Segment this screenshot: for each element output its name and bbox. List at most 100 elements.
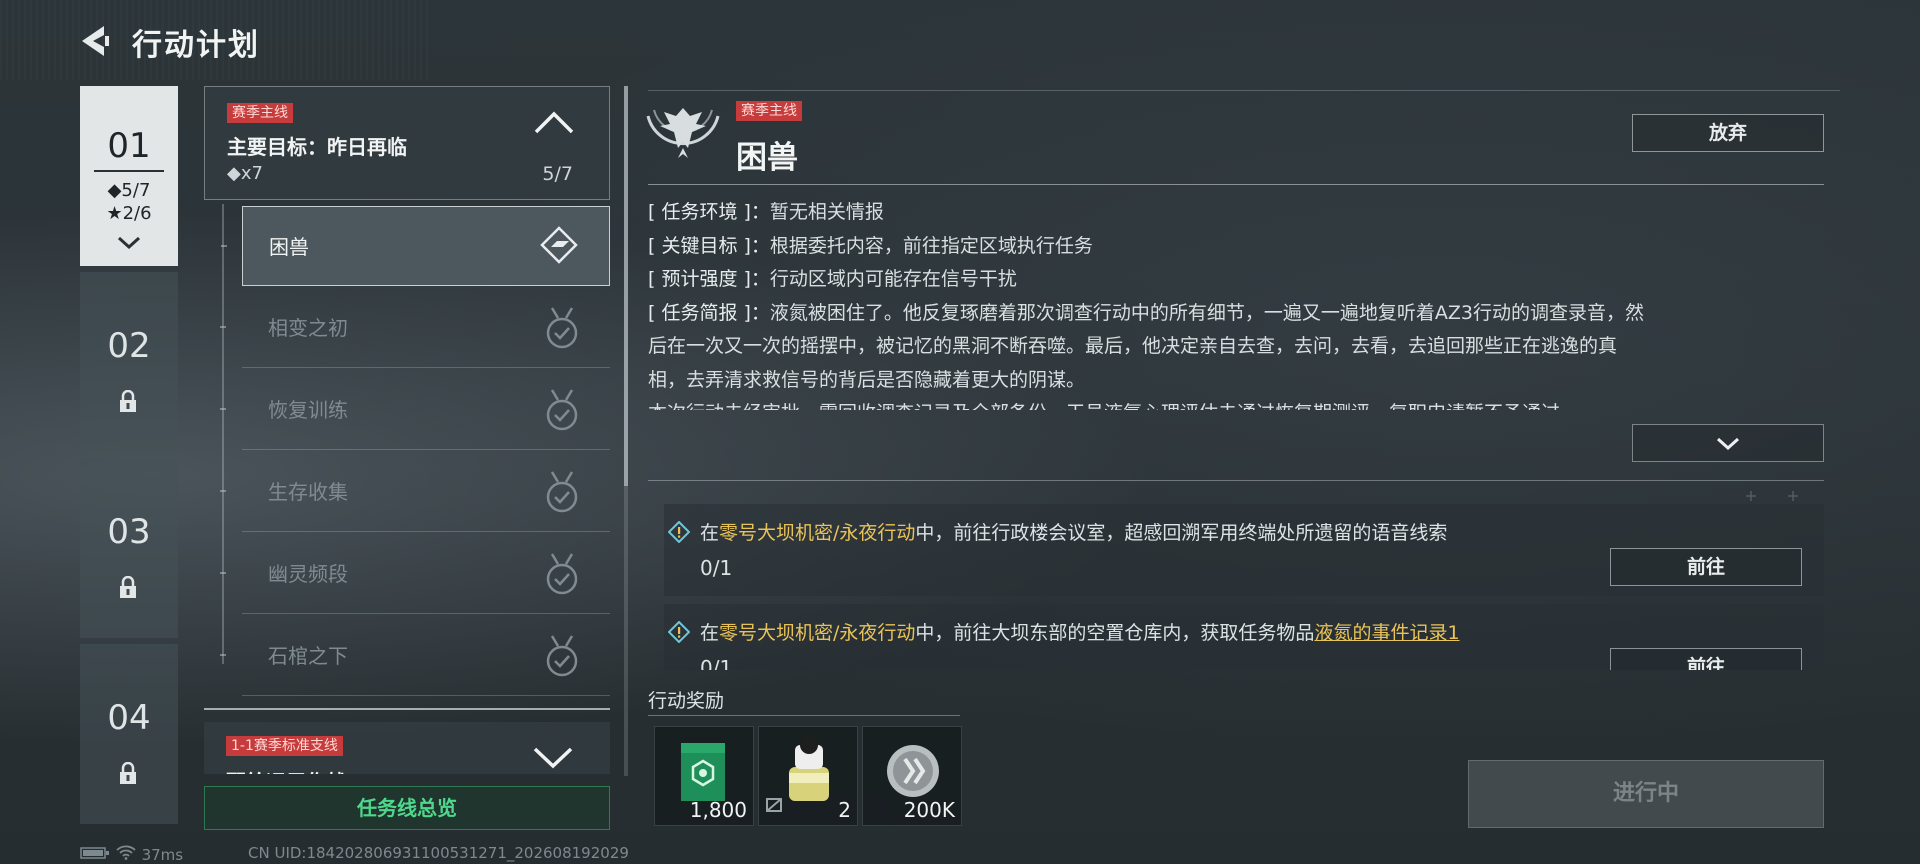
panel-top-rule xyxy=(648,90,1840,91)
detail-header-rule xyxy=(648,184,1824,185)
objective-location: 零号大坝机密/永夜行动 xyxy=(719,522,916,544)
abandon-button[interactable]: 放弃 xyxy=(1632,114,1824,152)
rewards-rule xyxy=(648,715,960,716)
list-divider xyxy=(204,708,610,710)
intensity-line: [ 预计强度 ]：行动区域内可能存在信号干扰 xyxy=(648,263,1824,297)
task-item-困兽[interactable]: 困兽 xyxy=(221,206,610,286)
task-in-progress-icon xyxy=(540,226,578,264)
objective-description: 中，前往行政楼会议室，超感回溯军用终端处所遗留的语音线索 xyxy=(915,522,1448,544)
main-quest-header[interactable]: 赛季主线 主要目标：昨日再临 ◆x7 5/7 xyxy=(204,86,610,200)
tree-node xyxy=(220,490,226,492)
mission-description: [ 任务环境 ]：暂无相关情报 [ 关键目标 ]：根据委托内容，前往指定区域执行… xyxy=(648,196,1824,410)
task-name: 相变之初 xyxy=(268,316,348,340)
battery-icon xyxy=(80,847,109,859)
objective-location: 零号大坝机密/永夜行动 xyxy=(719,622,916,644)
expand-description-button[interactable] xyxy=(1632,424,1824,462)
tree-node xyxy=(220,572,226,574)
tree-node xyxy=(220,326,226,328)
goto-button[interactable]: 前往 xyxy=(1610,648,1802,670)
chapter-number: 04 xyxy=(107,698,151,738)
completed-medal-icon xyxy=(546,553,578,595)
questline-overview-button[interactable]: 任务线总览 xyxy=(204,786,610,830)
task-item-石棺之下[interactable]: 石棺之下 xyxy=(220,616,610,696)
chapter-number: 01 xyxy=(107,126,151,166)
goto-button[interactable]: 前往 xyxy=(1610,548,1802,586)
task-name: 石棺之下 xyxy=(268,644,348,668)
chapter-number: 03 xyxy=(107,512,151,552)
status-bar: 37ms xyxy=(80,844,191,864)
tree-node xyxy=(220,408,226,410)
task-item-相变之初[interactable]: 相变之初 xyxy=(220,288,610,368)
detail-title: 困兽 xyxy=(736,140,798,176)
alert-icon xyxy=(668,621,690,643)
objective-prefix: 在 xyxy=(700,522,720,544)
chevron-up-icon[interactable] xyxy=(533,109,575,135)
task-name: 困兽 xyxy=(269,235,309,259)
objective-row: 在零号大坝机密/永夜行动中，前往大坝东部的空置仓库内，获取任务物品液氮的事件记录… xyxy=(664,604,1824,670)
chapter-04[interactable]: 04 xyxy=(80,644,178,824)
reward-item[interactable]: 2 xyxy=(758,726,858,826)
chevron-down-icon xyxy=(533,747,573,769)
reward-item[interactable]: 1,800 xyxy=(654,726,754,826)
lock-icon xyxy=(120,762,136,784)
detail-season-tag: 赛季主线 xyxy=(736,101,802,121)
list-scroll-thumb[interactable] xyxy=(624,86,628,486)
alert-icon xyxy=(668,521,690,543)
objective-item: 液氮的事件记录1 xyxy=(1314,622,1460,644)
task-name: 幽灵频段 xyxy=(268,562,348,586)
intensity-value: 行动区域内可能存在信号干扰 xyxy=(769,268,1017,290)
chevron-down-icon xyxy=(1716,437,1740,451)
chapter-star-progress: ★2/6 xyxy=(106,203,152,224)
main-quest-title: 主要目标：昨日再临 xyxy=(227,135,407,159)
back-arrow-icon xyxy=(82,26,109,56)
task-item-生存收集[interactable]: 生存收集 xyxy=(220,452,610,532)
decorative-marks xyxy=(1746,491,1798,501)
reward-quantity: 2 xyxy=(838,798,851,822)
objective-text: 在零号大坝机密/永夜行动中，前往行政楼会议室，超感回溯军用终端处所遗留的语音线索 xyxy=(700,518,1447,545)
environment-line: [ 任务环境 ]：暂无相关情报 xyxy=(648,196,1824,230)
branch-quest-header[interactable]: 1-1赛季标准支线 配给运用作战 xyxy=(204,722,610,774)
chapter-underline xyxy=(94,170,164,172)
briefing-text-3: 相，去弄清求救信号的背后是否隐藏着更大的阴谋。 xyxy=(648,368,1086,391)
rewards-label: 行动奖励 xyxy=(648,690,725,712)
task-item-恢复训练[interactable]: 恢复训练 xyxy=(220,370,610,450)
objective-description: 中，前往大坝东部的空置仓库内，获取任务物品 xyxy=(915,622,1315,644)
task-item-幽灵频段[interactable]: 幽灵频段 xyxy=(220,534,610,614)
chapter-diamond-progress: ◆5/7 xyxy=(107,180,151,201)
lock-icon xyxy=(120,390,136,412)
briefing-text-4: 本次行动未经审批，需回收调查记录及全部备份。干员液氮心理评估未通过恢复期测评，复… xyxy=(648,397,1824,410)
chapter-02[interactable]: 02 xyxy=(80,272,178,452)
page-title: 行动计划 xyxy=(132,28,260,63)
reward-quantity: 1,800 xyxy=(689,798,747,822)
objective-progress: 0/1 xyxy=(700,556,733,580)
tree-connector xyxy=(222,204,224,664)
briefing-line: [ 任务简报 ]：液氮被困住了。他反复琢磨着那次调查行动中的所有细节，一遍又一遍… xyxy=(648,297,1824,331)
chapter-01[interactable]: 01 ◆5/7 ★2/6 xyxy=(80,86,178,266)
completed-medal-icon xyxy=(546,471,578,513)
tree-node xyxy=(221,245,227,247)
back-button[interactable] xyxy=(78,24,114,58)
branch-tag: 1-1赛季标准支线 xyxy=(226,736,343,756)
main-quest-reward: ◆x7 xyxy=(227,163,263,184)
briefing-text-1: 液氮被困住了。他反复琢磨着那次调查行动中的所有细节，一遍又一遍地复听着AZ3行动… xyxy=(769,301,1645,324)
completed-medal-icon xyxy=(546,307,578,349)
eagle-emblem-icon xyxy=(646,108,720,158)
season-main-tag: 赛季主线 xyxy=(227,103,293,123)
objective-prefix: 在 xyxy=(700,622,720,644)
environment-value: 暂无相关情报 xyxy=(769,201,884,223)
briefing-label: [ 任务简报 ]： xyxy=(648,301,770,324)
task-name: 生存收集 xyxy=(268,480,348,504)
environment-label: [ 任务环境 ]： xyxy=(648,201,770,223)
tree-node xyxy=(220,654,226,656)
objective-progress: 0/1 xyxy=(700,656,733,670)
chapter-number: 02 xyxy=(107,326,151,366)
ping-value: 37ms xyxy=(141,846,184,864)
completed-medal-icon xyxy=(546,389,578,431)
task-name: 恢复训练 xyxy=(268,398,348,422)
reward-quantity: 200K xyxy=(903,798,955,822)
key-target-line: [ 关键目标 ]：根据委托内容，前往指定区域执行任务 xyxy=(648,230,1824,264)
main-quest-progress: 5/7 xyxy=(542,163,573,185)
reward-item[interactable]: 200K xyxy=(862,726,962,826)
chapter-03[interactable]: 03 xyxy=(80,458,178,638)
wifi-icon xyxy=(116,845,136,860)
